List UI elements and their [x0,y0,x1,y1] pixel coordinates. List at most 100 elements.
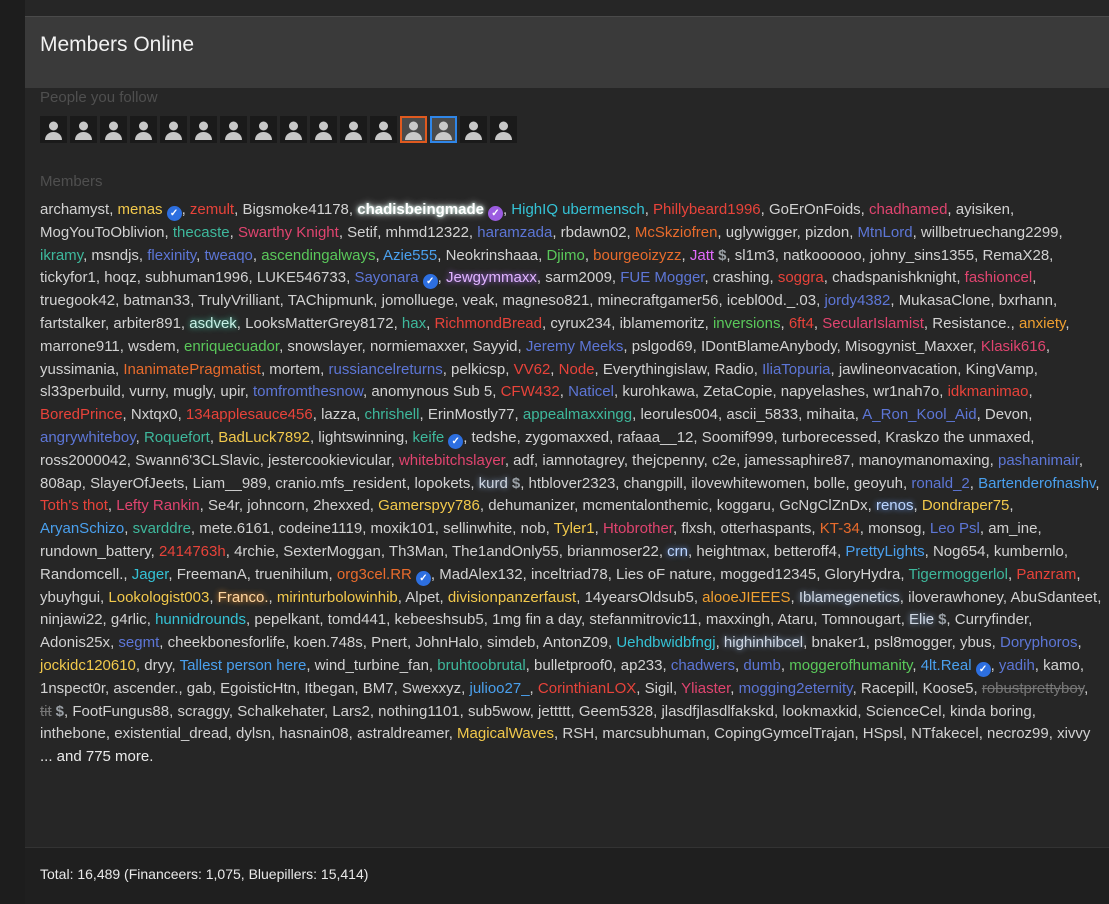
member-link[interactable]: kinda boring [950,703,1032,720]
member-link[interactable]: SlayerOfJeets [90,475,184,492]
member-link[interactable]: truenihilum [255,566,328,583]
member-link[interactable]: angrywhiteboy [40,429,136,446]
member-link[interactable]: rbdawn02 [561,224,627,241]
member-link[interactable]: moxik101 [371,520,435,537]
member-link[interactable]: RemaX28 [982,247,1049,264]
member-link[interactable]: geoyuh [854,475,903,492]
member-link[interactable]: codeine1119 [279,520,363,537]
member-link[interactable]: anxiety [1019,315,1065,332]
member-link[interactable]: 2414763h [159,543,226,560]
member-link[interactable]: The1andOnly55 [452,543,559,560]
member-link[interactable]: Misogynist_Maxxer [845,338,973,355]
member-link[interactable]: Toth's thot [40,497,108,514]
member-link[interactable]: MogYouToOblivion [40,224,165,241]
member-link[interactable]: ayisiken [956,201,1010,218]
member-link[interactable]: org3cel.RR ✓ [337,566,431,586]
member-link[interactable]: scraggy [177,703,228,720]
member-link[interactable]: kurohkawa [622,383,695,400]
member-link[interactable]: Swexxyz [402,680,461,697]
member-link[interactable]: FootFungus88 [72,703,169,720]
member-link[interactable]: MadAlex132 [439,566,522,583]
member-link[interactable]: simdeb [487,634,535,651]
member-link[interactable]: svarddre [133,520,191,537]
member-link[interactable]: menas ✓ [118,201,182,221]
member-link[interactable]: robustprettyboy [982,680,1084,697]
member-link[interactable]: Soomif999 [702,429,774,446]
member-link[interactable]: sarm2009 [545,269,612,286]
member-link[interactable]: hax [402,315,426,332]
member-link[interactable]: yussimania [40,361,115,378]
member-link[interactable]: Randomcell. [40,566,123,583]
member-link[interactable]: NTfakecel [911,725,979,742]
member-link[interactable]: jockidc120610 [40,657,136,674]
member-link[interactable]: tomd441 [328,611,386,628]
member-link[interactable]: RichmondBread [434,315,542,332]
member-link[interactable]: 4lt.Real ✓ [921,657,991,677]
member-link[interactable]: Tallest person here [180,657,307,674]
followed-user-avatar[interactable] [490,116,517,143]
followed-user-avatar[interactable] [310,116,337,143]
member-link[interactable]: snowslayer [287,338,361,355]
member-link[interactable]: johny_sins1355 [870,247,974,264]
member-link[interactable]: bolle [814,475,846,492]
member-link[interactable]: fartstalker [40,315,105,332]
followed-user-avatar[interactable] [40,116,67,143]
member-link[interactable]: Curryfinder [955,611,1028,628]
member-link[interactable]: InanimatePragmatist [123,361,261,378]
member-link[interactable]: Neokrinshaaa [446,247,539,264]
member-link[interactable]: mogged12345 [720,566,816,583]
member-link[interactable]: IDontBlameAnybody [701,338,837,355]
member-link[interactable]: Naticel [568,383,614,400]
member-link[interactable]: kamo [1043,657,1080,674]
member-link[interactable]: Node [559,361,595,378]
member-link[interactable]: Th3Man [389,543,444,560]
member-link[interactable]: Roquefort [144,429,210,446]
member-link[interactable]: ninjawi22 [40,611,103,628]
member-link[interactable]: dehumanizer [488,497,574,514]
member-link[interactable]: CFW432 [501,383,560,400]
member-link[interactable]: gab [187,680,212,697]
member-link[interactable]: mcmentalonthemic [582,497,708,514]
member-link[interactable]: Setif [347,224,377,241]
member-link[interactable]: segmt [118,634,159,651]
member-link[interactable]: bnaker1 [811,634,865,651]
member-link[interactable]: JohnHalo [415,634,478,651]
member-link[interactable]: tomfromthesnow [253,383,363,400]
member-link[interactable]: koggaru [717,497,771,514]
member-link[interactable]: FUE Mogger [620,269,704,286]
member-link[interactable]: Iblamegenetics [799,589,900,606]
member-link[interactable]: jestercookievicular [268,452,391,469]
member-link[interactable]: Tyler1 [554,520,595,537]
member-link[interactable]: Alpet [405,589,439,606]
member-link[interactable]: ronald_2 [911,475,969,492]
member-link[interactable]: vurny [129,383,165,400]
member-link[interactable]: anomynous Sub 5 [371,383,492,400]
member-link[interactable]: GoErOnFoids [769,201,861,218]
member-link[interactable]: ybus [960,634,992,651]
member-link[interactable]: johncorn [247,497,305,514]
member-link[interactable]: ybuyhgui [40,589,100,606]
member-link[interactable]: Bigsmoke41178 [242,201,348,218]
member-link[interactable]: bulletproof0 [534,657,612,674]
member-link[interactable]: lookmaxkid [782,703,857,720]
member-link[interactable]: BoredPrince [40,406,123,423]
member-link[interactable]: bruhtoobrutal [437,657,525,674]
member-link[interactable]: bourgeoizyzz [593,247,681,264]
member-link[interactable]: BM7 [363,680,394,697]
member-link[interactable]: kumbernlo [994,543,1064,560]
member-link[interactable]: Uehdbwidbfngj [616,634,715,651]
member-link[interactable]: flexinity [147,247,196,264]
member-link[interactable]: kebeeshsub5 [394,611,483,628]
member-link[interactable]: Radio [715,361,754,378]
member-link[interactable]: pslgod69 [632,338,693,355]
member-link[interactable]: 6ft4 [789,315,814,332]
member-link[interactable]: inversions [713,315,781,332]
member-link[interactable]: inceltriad78 [531,566,608,583]
member-link[interactable]: Tomnougart [821,611,900,628]
member-link[interactable]: ap233 [621,657,663,674]
member-link[interactable]: subhuman1996 [145,269,248,286]
member-link[interactable]: Swarthy Knight [238,224,339,241]
member-link[interactable]: uglywigger [726,224,797,241]
member-link[interactable]: hasnain08 [279,725,348,742]
member-link[interactable]: jordy4382 [824,292,890,309]
